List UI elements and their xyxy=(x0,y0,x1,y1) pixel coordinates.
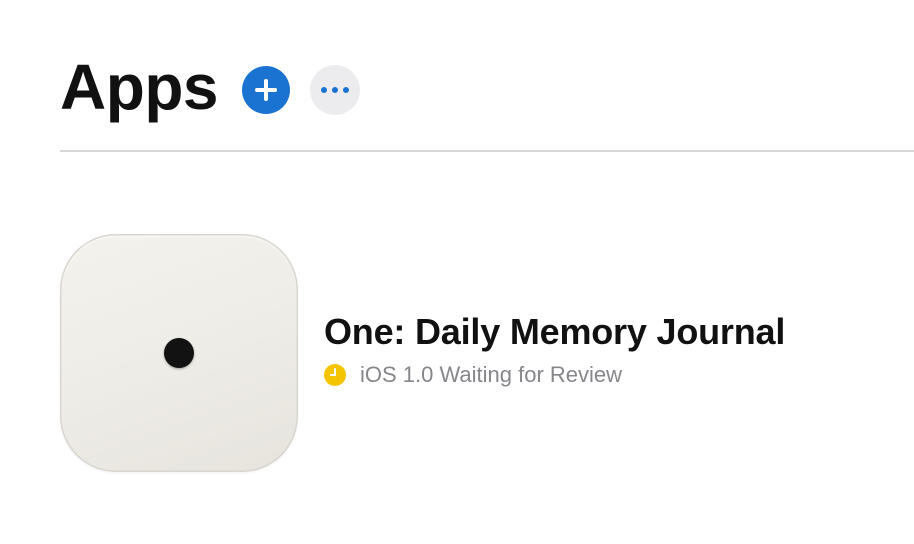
clock-icon xyxy=(324,363,346,386)
status-text: iOS 1.0 Waiting for Review xyxy=(360,361,623,387)
app-icon-dot xyxy=(164,338,194,368)
page-header: Apps xyxy=(60,50,360,130)
app-name[interactable]: One: Daily Memory Journal xyxy=(324,310,785,353)
plus-icon xyxy=(255,79,277,101)
app-list-item[interactable]: One: Daily Memory Journal iOS 1.0 Waitin… xyxy=(60,234,785,472)
add-app-button[interactable] xyxy=(242,66,290,114)
app-status: iOS 1.0 Waiting for Review xyxy=(324,362,785,388)
app-info: One: Daily Memory Journal iOS 1.0 Waitin… xyxy=(324,310,785,387)
header-divider xyxy=(60,150,914,152)
ellipsis-icon xyxy=(321,87,349,93)
page-title: Apps xyxy=(60,51,219,123)
app-icon[interactable] xyxy=(60,234,298,472)
more-options-button[interactable] xyxy=(310,65,360,115)
